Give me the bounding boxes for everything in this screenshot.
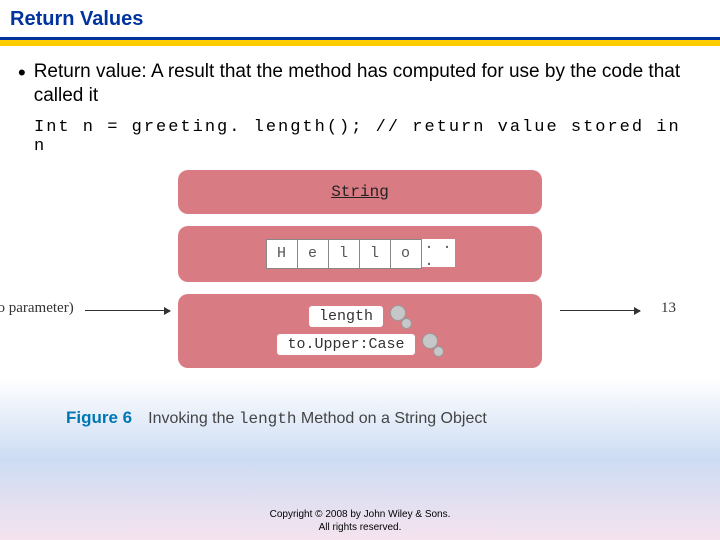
char-ellipsis: . . . xyxy=(422,239,455,267)
methods-box: length to.Upper:Case xyxy=(178,294,542,368)
string-type-label: String xyxy=(331,183,389,201)
copyright-line-1: Copyright © 2008 by John Wiley & Sons. xyxy=(0,508,720,521)
figure-caption: Figure 6 Invoking the length Method on a… xyxy=(66,408,702,428)
bullet-dot-icon: • xyxy=(18,60,26,84)
method-length-label: length xyxy=(309,306,383,327)
char-cell: e xyxy=(298,239,329,269)
bullet-item: • Return value: A result that the method… xyxy=(18,60,702,108)
copyright-footer: Copyright © 2008 by John Wiley & Sons. A… xyxy=(0,508,720,534)
bullet-text: Return value: A result that the method h… xyxy=(34,60,702,108)
figure-number: Figure 6 xyxy=(66,408,132,428)
string-type-box: String xyxy=(178,170,542,214)
char-cells: H e l l o . . . xyxy=(266,239,455,269)
gear-icon xyxy=(389,306,411,328)
arrow-icon xyxy=(85,310,170,311)
caption-mono: length xyxy=(239,410,297,428)
caption-pre: Invoking the xyxy=(148,410,239,427)
figure-diagram: String H e l l o . . . length to.Upper:C… xyxy=(80,170,640,390)
content-area: • Return value: A result that the method… xyxy=(0,46,720,428)
method-uppercase-label: to.Upper:Case xyxy=(277,334,414,355)
method-uppercase-row: to.Upper:Case xyxy=(277,334,442,356)
char-cell: H xyxy=(266,239,298,269)
char-cell: l xyxy=(360,239,391,269)
page-title: Return Values xyxy=(10,8,710,31)
gear-icon xyxy=(421,334,443,356)
arrow-icon xyxy=(560,310,640,311)
figure-caption-text: Invoking the length Method on a String O… xyxy=(148,410,487,428)
result-label: 13 xyxy=(661,300,676,317)
code-sample: Int n = greeting. length(); // return va… xyxy=(18,108,702,156)
caption-aft: Method on a String Object xyxy=(296,410,486,427)
no-param-label: (no parameter) xyxy=(0,300,74,317)
char-array-box: H e l l o . . . xyxy=(178,226,542,282)
char-cell: o xyxy=(391,239,422,269)
title-bar: Return Values xyxy=(0,0,720,40)
char-cell: l xyxy=(329,239,360,269)
method-length-row: length xyxy=(309,306,411,328)
copyright-line-2: All rights reserved. xyxy=(0,521,720,534)
